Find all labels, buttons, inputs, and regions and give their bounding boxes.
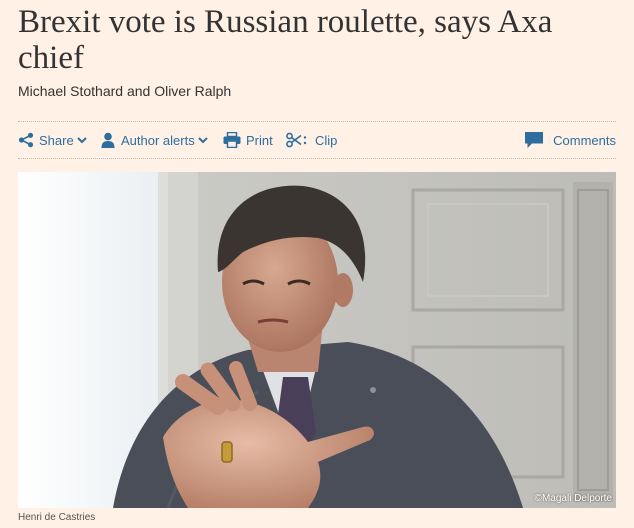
- photo-credit: ©Magali Delporte: [534, 493, 612, 504]
- photo-caption: Henri de Castries: [18, 512, 96, 523]
- clip-label: Clip: [315, 132, 338, 148]
- article-page: Brexit vote is Russian roulette, says Ax…: [18, 0, 616, 528]
- comments-label: Comments: [553, 132, 616, 148]
- printer-icon: [223, 132, 241, 148]
- article-headline: Brexit vote is Russian roulette, says Ax…: [18, 4, 553, 76]
- article-byline: Michael Stothard and Oliver Ralph: [18, 83, 232, 99]
- portrait-illustration: [18, 172, 616, 508]
- share-icon: [18, 132, 34, 148]
- article-photo: ©Magali Delporte: [18, 172, 616, 508]
- user-icon: [100, 132, 116, 148]
- speech-bubble-icon: [524, 131, 544, 149]
- chevron-down-icon: [76, 136, 87, 144]
- comments-button[interactable]: Comments: [524, 122, 616, 158]
- scissors-icon: [286, 132, 310, 148]
- print-button[interactable]: Print: [223, 122, 273, 158]
- author-alerts-label: Author alerts: [121, 132, 195, 148]
- share-label: Share: [39, 132, 74, 148]
- author-alerts-button[interactable]: Author alerts: [100, 122, 208, 158]
- article-toolbar: Share Author alerts Print Clip Comments: [18, 121, 616, 159]
- chevron-down-icon: [197, 136, 208, 144]
- print-label: Print: [246, 132, 273, 148]
- clip-button[interactable]: Clip: [286, 122, 337, 158]
- share-button[interactable]: Share: [18, 122, 87, 158]
